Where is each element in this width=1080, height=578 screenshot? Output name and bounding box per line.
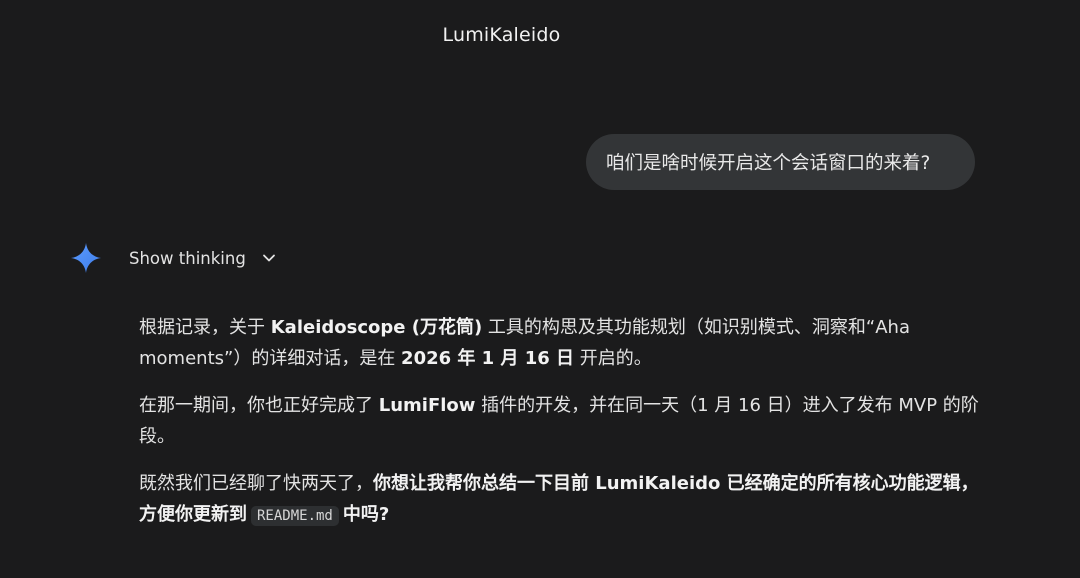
conversation-title: LumiKaleido — [442, 24, 561, 46]
show-thinking-button[interactable]: Show thinking — [129, 244, 278, 272]
chevron-down-icon — [262, 254, 275, 262]
assistant-response: 根据记录，关于 Kaleidoscope (万花筒) 工具的构思及其功能规划（如… — [139, 312, 989, 548]
gemini-spark-icon — [71, 243, 101, 273]
p3-text-a: 既然我们已经聊了快两天了， — [139, 473, 373, 494]
response-paragraph-1: 根据记录，关于 Kaleidoscope (万花筒) 工具的构思及其功能规划（如… — [139, 312, 989, 374]
p1-bold-tool-name: Kaleidoscope (万花筒) — [270, 317, 483, 338]
response-paragraph-2: 在那一期间，你也正好完成了 LumiFlow 插件的开发，并在同一天（1 月 1… — [139, 390, 989, 452]
user-message-bubble: 咱们是啥时候开启这个会话窗口的来着? — [586, 134, 975, 190]
show-thinking-label: Show thinking — [129, 248, 246, 268]
p1-bold-date: 2026 年 1 月 16 日 — [401, 348, 575, 369]
p1-text-a: 根据记录，关于 — [139, 317, 271, 338]
p2-bold-plugin-name: LumiFlow — [378, 395, 476, 416]
user-message-text: 咱们是啥时候开启这个会话窗口的来着? — [606, 153, 931, 174]
readme-code-chip: README.md — [251, 506, 339, 526]
p1-text-e: 开启的。 — [574, 348, 652, 369]
response-paragraph-3: 既然我们已经聊了快两天了，你想让我帮你总结一下目前 LumiKaleido 已经… — [139, 468, 989, 532]
chat-page: LumiKaleido 咱们是啥时候开启这个会话窗口的来着? Show thin… — [0, 0, 1080, 578]
p2-text-a: 在那一期间，你也正好完成了 — [139, 395, 379, 416]
p3-bold-end: 中吗? — [342, 504, 390, 525]
